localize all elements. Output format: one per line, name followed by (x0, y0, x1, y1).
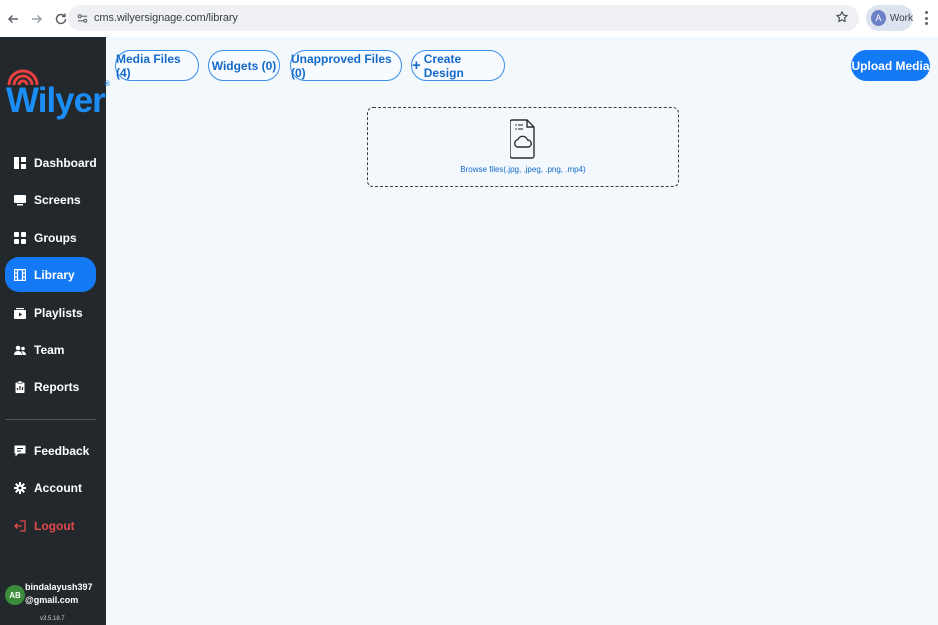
arrow-left-icon (7, 14, 18, 23)
sidebar-item-label: Reports (34, 379, 80, 394)
profile-avatar: A (871, 10, 886, 26)
sidebar-item-groups[interactable]: Groups (5, 220, 96, 255)
browse-files-link[interactable]: Browse files(.jpg, .jpeg, .png, .mp4) (368, 165, 678, 174)
arrow-right-icon (32, 14, 43, 23)
sidebar-item-label: Team (34, 342, 65, 357)
clipboard-icon (14, 380, 26, 393)
film-icon (14, 268, 26, 281)
browser-menu-icon[interactable] (920, 9, 932, 27)
sidebar-item-label: Playlists (34, 305, 83, 320)
sidebar-item-label: Groups (34, 230, 77, 245)
dashboard-icon (14, 156, 26, 169)
file-dropzone[interactable]: Browse files(.jpg, .jpeg, .png, .mp4) (367, 107, 679, 187)
feedback-icon (14, 445, 26, 457)
sidebar-item-logout[interactable]: Logout (5, 508, 96, 543)
screen-icon (14, 194, 26, 206)
sidebar-item-account[interactable]: Account (5, 470, 96, 505)
wilyer-logo[interactable]: Wilyer® (6, 65, 110, 123)
sidebar-item-label: Dashboard (34, 155, 97, 170)
sidebar: Wilyer® Dashboard Screens Groups Library… (0, 37, 110, 625)
sidebar-item-feedback[interactable]: Feedback (5, 433, 96, 468)
sidebar-item-label: Logout (34, 518, 75, 533)
user-profile[interactable]: AB bindalayush397@gmail.com (5, 581, 105, 621)
profile-label: Work (889, 12, 913, 24)
tab-widgets[interactable]: Widgets (0) (208, 50, 280, 81)
tab-unapproved-files[interactable]: Unapproved Files (0) (290, 50, 402, 81)
sidebar-item-screens[interactable]: Screens (5, 182, 96, 217)
sidebar-item-reports[interactable]: Reports (5, 369, 96, 404)
upload-media-button[interactable]: Upload Media (851, 50, 930, 81)
gear-icon (14, 481, 26, 494)
main-content: Media Files (4) Widgets (0) Unapproved F… (106, 37, 938, 625)
sidebar-item-label: Account (34, 480, 82, 495)
sidebar-item-label: Library (34, 267, 75, 282)
sidebar-item-team[interactable]: Team (5, 332, 96, 367)
forward-button[interactable] (26, 8, 48, 30)
tab-media-files[interactable]: Media Files (4) (115, 50, 199, 81)
browser-toolbar: cms.wilyersignage.com/library A Work (0, 0, 938, 37)
app-version: v3.5.18.7 (40, 616, 65, 622)
logout-icon (14, 519, 26, 532)
playlist-icon (14, 307, 26, 319)
user-email: bindalayush397@gmail.com (25, 582, 93, 605)
grid-icon (14, 231, 26, 244)
bookmark-star-icon[interactable] (835, 10, 851, 26)
sidebar-item-label: Feedback (34, 443, 90, 458)
sidebar-item-library[interactable]: Library (5, 257, 96, 292)
tab-label: Unapproved Files (0) (291, 51, 392, 80)
team-icon (14, 344, 26, 356)
address-bar[interactable]: cms.wilyersignage.com/library (68, 5, 859, 31)
sidebar-item-playlists[interactable]: Playlists (5, 295, 96, 330)
tab-label: Widgets (0) (211, 58, 277, 73)
reload-icon (55, 13, 67, 24)
logo-wordmark: Wilyer® (6, 81, 110, 120)
sidebar-item-dashboard[interactable]: Dashboard (5, 145, 97, 180)
site-info-icon[interactable] (74, 10, 90, 26)
url-text[interactable]: cms.wilyersignage.com/library (94, 12, 238, 24)
sidebar-item-label: Screens (34, 192, 81, 207)
sidebar-divider (5, 419, 96, 420)
plus-icon: + (412, 57, 421, 74)
back-button[interactable] (2, 8, 24, 30)
create-design-label: Create Design (423, 51, 464, 80)
avatar: AB (5, 585, 25, 605)
tab-label: Media Files (4) (116, 51, 181, 80)
create-design-button[interactable]: + Create Design (411, 50, 505, 81)
cloud-file-icon (510, 119, 535, 159)
profile-chip[interactable]: A Work (866, 5, 913, 31)
